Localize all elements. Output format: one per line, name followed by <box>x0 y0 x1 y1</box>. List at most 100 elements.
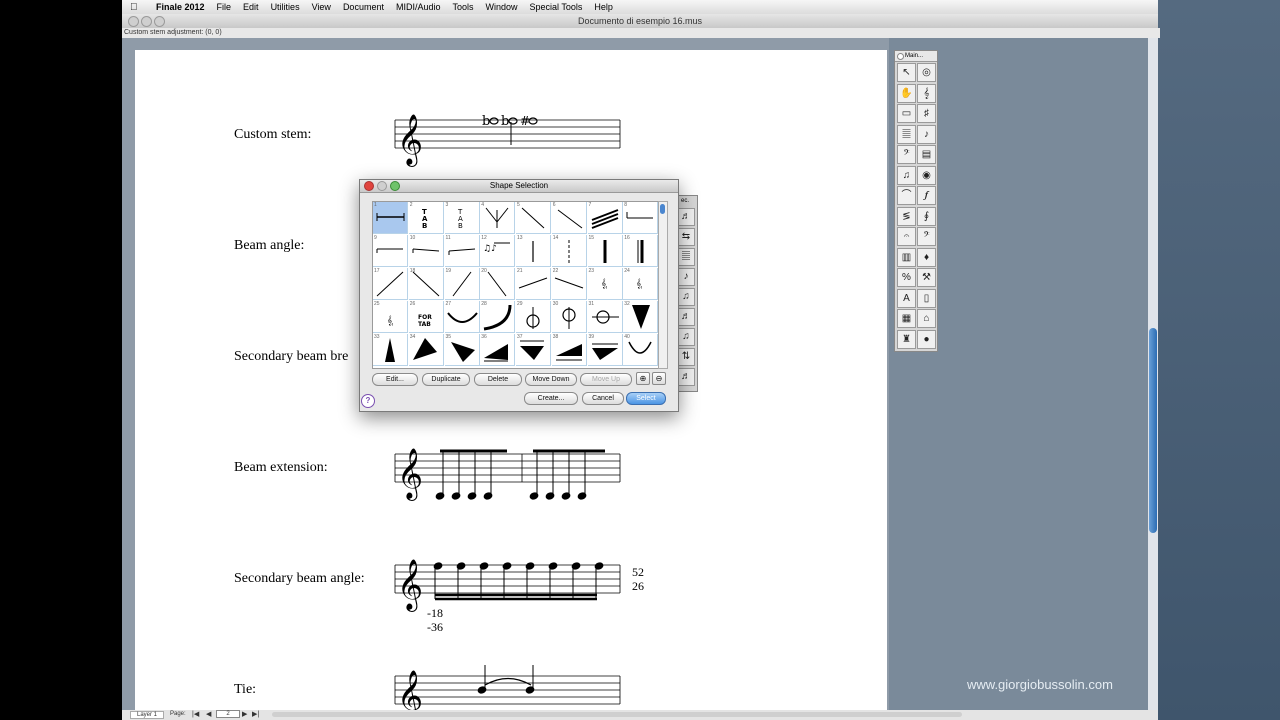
shape-cell-38[interactable]: 38 <box>551 334 587 366</box>
shape-cell-36[interactable]: 36 <box>480 334 516 366</box>
close-dialog-icon[interactable] <box>364 181 374 191</box>
menu-app[interactable]: Finale 2012 <box>156 2 205 12</box>
shape-cell-32[interactable]: 32 <box>623 301 659 333</box>
shape-cell-34[interactable]: 34 <box>408 334 444 366</box>
zoom-dialog-icon[interactable] <box>390 181 400 191</box>
special-tool-5-icon[interactable]: ♫ <box>677 288 695 306</box>
smart-shape-icon[interactable]: ⌒ <box>897 186 916 205</box>
special-tool-6-icon[interactable]: ♬ <box>677 308 695 326</box>
resize-tool-icon[interactable]: % <box>897 268 916 287</box>
hand-grabber-icon[interactable]: ✋ <box>897 83 916 103</box>
midi-tool-icon[interactable]: ♜ <box>897 329 916 349</box>
shape-cell-19[interactable]: 19 <box>444 268 480 300</box>
speedy-entry-icon[interactable]: ▤ <box>917 145 936 164</box>
menu-view[interactable]: View <box>312 2 331 12</box>
menu-tools[interactable]: Tools <box>453 2 474 12</box>
tuplet-tool-icon[interactable]: ♫ <box>897 165 916 185</box>
shape-cell-24[interactable]: 𝄠 24 <box>623 268 659 300</box>
shape-grid-scroll-thumb[interactable] <box>660 204 665 214</box>
time-signature-icon[interactable]: 𝄚 <box>897 124 916 144</box>
shape-cell-13[interactable]: 13 <box>516 235 551 267</box>
shape-cell-18[interactable]: 18 <box>408 268 444 300</box>
zoom-out-icon[interactable]: ⊖ <box>652 372 666 385</box>
shape-cell-35[interactable]: 35 <box>444 334 480 366</box>
shape-cell-1[interactable]: 1 <box>373 202 408 234</box>
articulation-icon[interactable]: ≶ <box>897 206 916 226</box>
shape-cell-3[interactable]: TAB 3 <box>444 202 480 234</box>
page-layout-icon[interactable]: ▯ <box>917 288 936 308</box>
selection-tool-icon[interactable]: ↖ <box>897 63 916 82</box>
menu-special-tools[interactable]: Special Tools <box>530 2 583 12</box>
menu-window[interactable]: Window <box>486 2 518 12</box>
hyperscribe-icon[interactable]: ◉ <box>917 165 936 185</box>
shape-cell-5[interactable]: 5 <box>516 202 551 234</box>
horizontal-scrollbar[interactable] <box>272 712 962 717</box>
zoom-tool-icon[interactable]: ◎ <box>917 63 936 82</box>
note-mover-icon[interactable]: ♦ <box>917 247 936 267</box>
move-down-button[interactable]: Move Down <box>525 373 577 386</box>
shape-cell-7[interactable]: 7 <box>587 202 623 234</box>
menu-midi-audio[interactable]: MIDI/Audio <box>396 2 441 12</box>
shape-cell-20[interactable]: 20 <box>480 268 516 300</box>
menu-utilities[interactable]: Utilities <box>271 2 300 12</box>
special-tool-2-icon[interactable]: ⇆ <box>677 228 695 246</box>
shape-cell-15[interactable]: 15 <box>587 235 623 267</box>
shape-cell-37[interactable]: 37 <box>516 334 551 366</box>
apple-icon[interactable]:  <box>130 2 144 13</box>
layer-popup[interactable]: Layer 1 <box>130 711 165 719</box>
vertical-scroll-thumb[interactable] <box>1149 328 1157 533</box>
zoom-in-icon[interactable]: ⊕ <box>636 372 650 385</box>
special-tool-3-icon[interactable]: 𝄚 <box>677 248 695 266</box>
special-tool-4-icon[interactable]: ♪ <box>677 268 695 286</box>
shape-cell-11[interactable]: 11 <box>444 235 480 267</box>
text-tool-icon[interactable]: A <box>897 288 916 308</box>
graphics-tool-icon[interactable]: ▦ <box>897 309 916 328</box>
lyrics-tool-icon[interactable]: ∮ <box>917 206 936 226</box>
clef-tool-icon[interactable]: 𝄢 <box>897 145 916 164</box>
special-tool-1-icon[interactable]: ♬ <box>677 208 695 226</box>
duplicate-button[interactable]: Duplicate <box>422 373 470 386</box>
shape-cell-6[interactable]: 6 <box>551 202 587 234</box>
special-tool-8-icon[interactable]: ⇅ <box>677 348 695 366</box>
shape-cell-30[interactable]: 30 <box>551 301 587 333</box>
page-last-icon[interactable]: ▶| <box>252 710 259 718</box>
expression-tool-icon[interactable]: 𝆑 <box>917 186 936 205</box>
shape-cell-33[interactable]: 33 <box>373 334 408 366</box>
shape-cell-22[interactable]: 22 <box>551 268 587 300</box>
delete-button[interactable]: Delete <box>474 373 522 386</box>
shape-grid-scrollbar[interactable] <box>658 201 668 369</box>
shape-cell-28[interactable]: 28 <box>480 301 516 333</box>
special-tool-9-icon[interactable]: ♬ <box>677 368 695 386</box>
mirror-tool-icon[interactable]: ▥ <box>897 247 916 267</box>
shape-cell-29[interactable]: 29 <box>516 301 551 333</box>
shape-grid[interactable]: 1 T A B 2 T A B 3 4 5 6 7 8 9 10 11 ♫♪ 12 13 14 15 16 17 18 19 20 2… <box>372 201 660 369</box>
shape-cell-14[interactable]: 14 <box>551 235 587 267</box>
shape-cell-21[interactable]: 21 <box>516 268 551 300</box>
measure-tool-icon[interactable]: ▭ <box>897 104 916 123</box>
simple-entry-icon[interactable]: ♪ <box>917 124 936 144</box>
special-tool-7-icon[interactable]: ♫ <box>677 328 695 346</box>
page-number-field[interactable]: 2 <box>216 710 240 718</box>
shape-cell-12[interactable]: ♫♪ 12 <box>480 235 516 267</box>
cancel-button[interactable]: Cancel <box>582 392 624 405</box>
shape-cell-9[interactable]: 9 <box>373 235 408 267</box>
special-tools-icon[interactable]: ⚒ <box>917 268 936 287</box>
menu-document[interactable]: Document <box>343 2 384 12</box>
shape-cell-25[interactable]: 𝄠 25 <box>373 301 408 333</box>
shape-cell-23[interactable]: 𝄠 23 <box>587 268 623 300</box>
shape-cell-27[interactable]: 27 <box>444 301 480 333</box>
shape-cell-40[interactable]: 40 <box>623 334 659 366</box>
repeat-tool-icon[interactable]: 𝄢 <box>917 227 936 246</box>
shape-cell-2[interactable]: TAB 2 <box>408 202 444 234</box>
shape-cell-16[interactable]: 16 <box>623 235 659 267</box>
page-next-icon[interactable]: ▶ <box>242 710 247 718</box>
shape-cell-8[interactable]: 8 <box>623 202 659 234</box>
chord-tool-icon[interactable]: 𝄐 <box>897 227 916 246</box>
menu-help[interactable]: Help <box>594 2 613 12</box>
menu-edit[interactable]: Edit <box>243 2 259 12</box>
select-button[interactable]: Select <box>626 392 666 405</box>
create-button[interactable]: Create... <box>524 392 578 405</box>
menu-file[interactable]: File <box>217 2 232 12</box>
page-prev-icon[interactable]: ◀ <box>206 710 211 718</box>
shape-cell-26[interactable]: FOR TAB 26 <box>408 301 444 333</box>
